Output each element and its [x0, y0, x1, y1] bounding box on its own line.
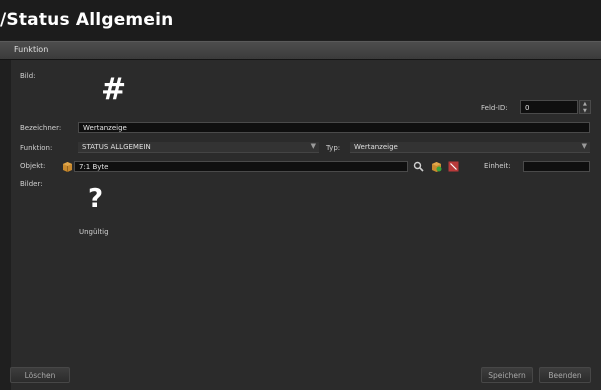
question-mark-icon[interactable]: ? — [88, 184, 103, 214]
title-bar: /Status Allgemein — [0, 0, 601, 40]
feld-id-label: Feld-ID: — [481, 104, 508, 112]
stepper-up-icon[interactable]: ▲ — [583, 101, 587, 107]
feld-id-stepper[interactable]: ▲ ▼ — [579, 100, 591, 114]
hash-icon[interactable]: # — [101, 72, 126, 107]
objekt-input[interactable]: 7:1 Byte — [74, 161, 408, 172]
section-title: Funktion — [14, 45, 49, 54]
bilder-item-label: Ungültig — [79, 228, 109, 236]
typ-select-value: Wertanzeige — [354, 143, 398, 151]
close-button[interactable]: Beenden — [539, 367, 591, 383]
bezeichner-label: Bezeichner: — [20, 124, 62, 132]
einheit-input[interactable] — [523, 161, 590, 172]
typ-select[interactable]: Wertanzeige ▼ — [350, 142, 590, 153]
package-icon — [63, 162, 72, 172]
stepper-down-icon[interactable]: ▼ — [583, 108, 587, 114]
bild-label: Bild: — [20, 72, 36, 80]
section-header: Funktion — [0, 41, 601, 60]
page-title: /Status Allgemein — [0, 10, 174, 30]
bezeichner-input[interactable]: Wertanzeige — [78, 122, 590, 133]
search-icon[interactable] — [413, 161, 424, 172]
package-add-icon[interactable] — [431, 161, 442, 172]
funktion-select-value: STATUS ALLGEMEIN — [82, 143, 151, 151]
form-panel — [11, 60, 601, 390]
einheit-label: Einheit: — [484, 162, 511, 170]
feld-id-input[interactable]: 0 — [520, 100, 578, 114]
save-button[interactable]: Speichern — [481, 367, 533, 383]
chevron-down-icon: ▼ — [310, 142, 316, 150]
chevron-down-icon: ▼ — [581, 142, 587, 150]
delete-button[interactable]: Löschen — [10, 367, 70, 383]
funktion-select[interactable]: STATUS ALLGEMEIN ▼ — [78, 142, 319, 153]
funktion-label: Funktion: — [20, 144, 53, 152]
bilder-label: Bilder: — [20, 180, 43, 188]
objekt-label: Objekt: — [20, 162, 46, 170]
typ-label: Typ: — [326, 144, 341, 152]
remove-icon[interactable] — [448, 161, 459, 172]
